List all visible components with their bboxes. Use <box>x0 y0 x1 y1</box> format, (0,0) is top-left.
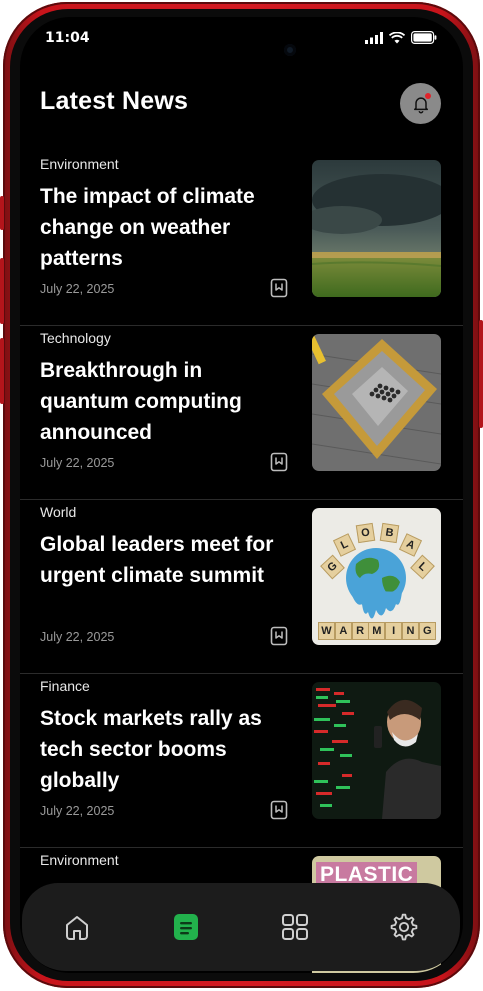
news-title: Breakthrough in quantum computing announ… <box>40 359 242 444</box>
news-category: Technology <box>40 330 111 346</box>
page-title: Latest News <box>40 87 189 115</box>
news-date: July 22, 2025 <box>40 282 115 296</box>
news-list: Environment The impact of climate change… <box>20 152 463 973</box>
volume-up-button <box>0 258 4 324</box>
letter-tile: I <box>385 622 403 640</box>
dashboard-icon <box>282 914 308 940</box>
settings-icon <box>390 913 418 941</box>
bottom-nav <box>22 883 460 971</box>
status-time: 11:04 <box>45 30 90 46</box>
news-date: July 22, 2025 <box>40 630 115 644</box>
news-item[interactable]: Environment The impact of climate change… <box>20 152 463 326</box>
letter-tile: B <box>379 522 400 543</box>
nav-home[interactable] <box>61 911 93 943</box>
battery-icon <box>411 31 437 44</box>
volume-down-button <box>0 338 4 404</box>
power-button <box>479 320 483 428</box>
news-thumbnail <box>312 682 441 819</box>
news-item[interactable]: Finance Stock markets rally as tech sect… <box>20 674 463 848</box>
letter-tile: A <box>334 622 352 640</box>
bookmark-icon[interactable] <box>270 452 288 472</box>
news-date: July 22, 2025 <box>40 804 115 818</box>
wifi-icon <box>389 31 405 43</box>
news-category: Finance <box>40 678 90 694</box>
news-thumbnail: GLOBAL WARMING <box>312 508 441 645</box>
news-title: The impact of climate change on weather … <box>40 185 255 270</box>
bookmark-icon[interactable] <box>270 626 288 646</box>
notifications-button[interactable] <box>400 83 441 124</box>
news-category: Environment <box>40 156 119 172</box>
news-item[interactable]: World Global leaders meet for urgent cli… <box>20 500 463 674</box>
news-icon <box>174 914 198 940</box>
camera-icon <box>284 44 296 56</box>
news-title: Global leaders meet for urgent climate s… <box>40 533 274 587</box>
letter-tile: O <box>355 522 376 543</box>
bookmark-icon[interactable] <box>270 800 288 820</box>
news-category: World <box>40 504 77 520</box>
letter-tile: W <box>318 622 335 640</box>
screen: 11:04 Latest News Environment The impact… <box>20 17 463 973</box>
stock-trader-image <box>312 682 441 819</box>
news-date: July 22, 2025 <box>40 456 115 470</box>
processor-chip-image <box>312 334 441 471</box>
signal-icon <box>365 31 383 44</box>
status-icons <box>365 31 437 44</box>
news-category: Environment <box>40 852 119 868</box>
letter-tile: G <box>418 622 436 640</box>
letter-tile: M <box>368 622 386 640</box>
news-thumbnail <box>312 334 441 471</box>
bookmark-icon[interactable] <box>270 278 288 298</box>
news-title: Stock markets rally as tech sector booms… <box>40 707 262 792</box>
letter-tile: N <box>402 622 419 640</box>
action-button <box>0 196 4 230</box>
notification-dot <box>425 93 431 99</box>
storm-field-image <box>312 160 441 297</box>
letter-tile: R <box>351 622 369 640</box>
dynamic-island <box>186 25 297 58</box>
nav-settings[interactable] <box>388 911 420 943</box>
home-icon <box>66 916 88 940</box>
nav-dashboard[interactable] <box>279 911 311 943</box>
news-thumbnail <box>312 160 441 297</box>
news-item[interactable]: Technology Breakthrough in quantum compu… <box>20 326 463 500</box>
nav-news[interactable] <box>170 911 202 943</box>
